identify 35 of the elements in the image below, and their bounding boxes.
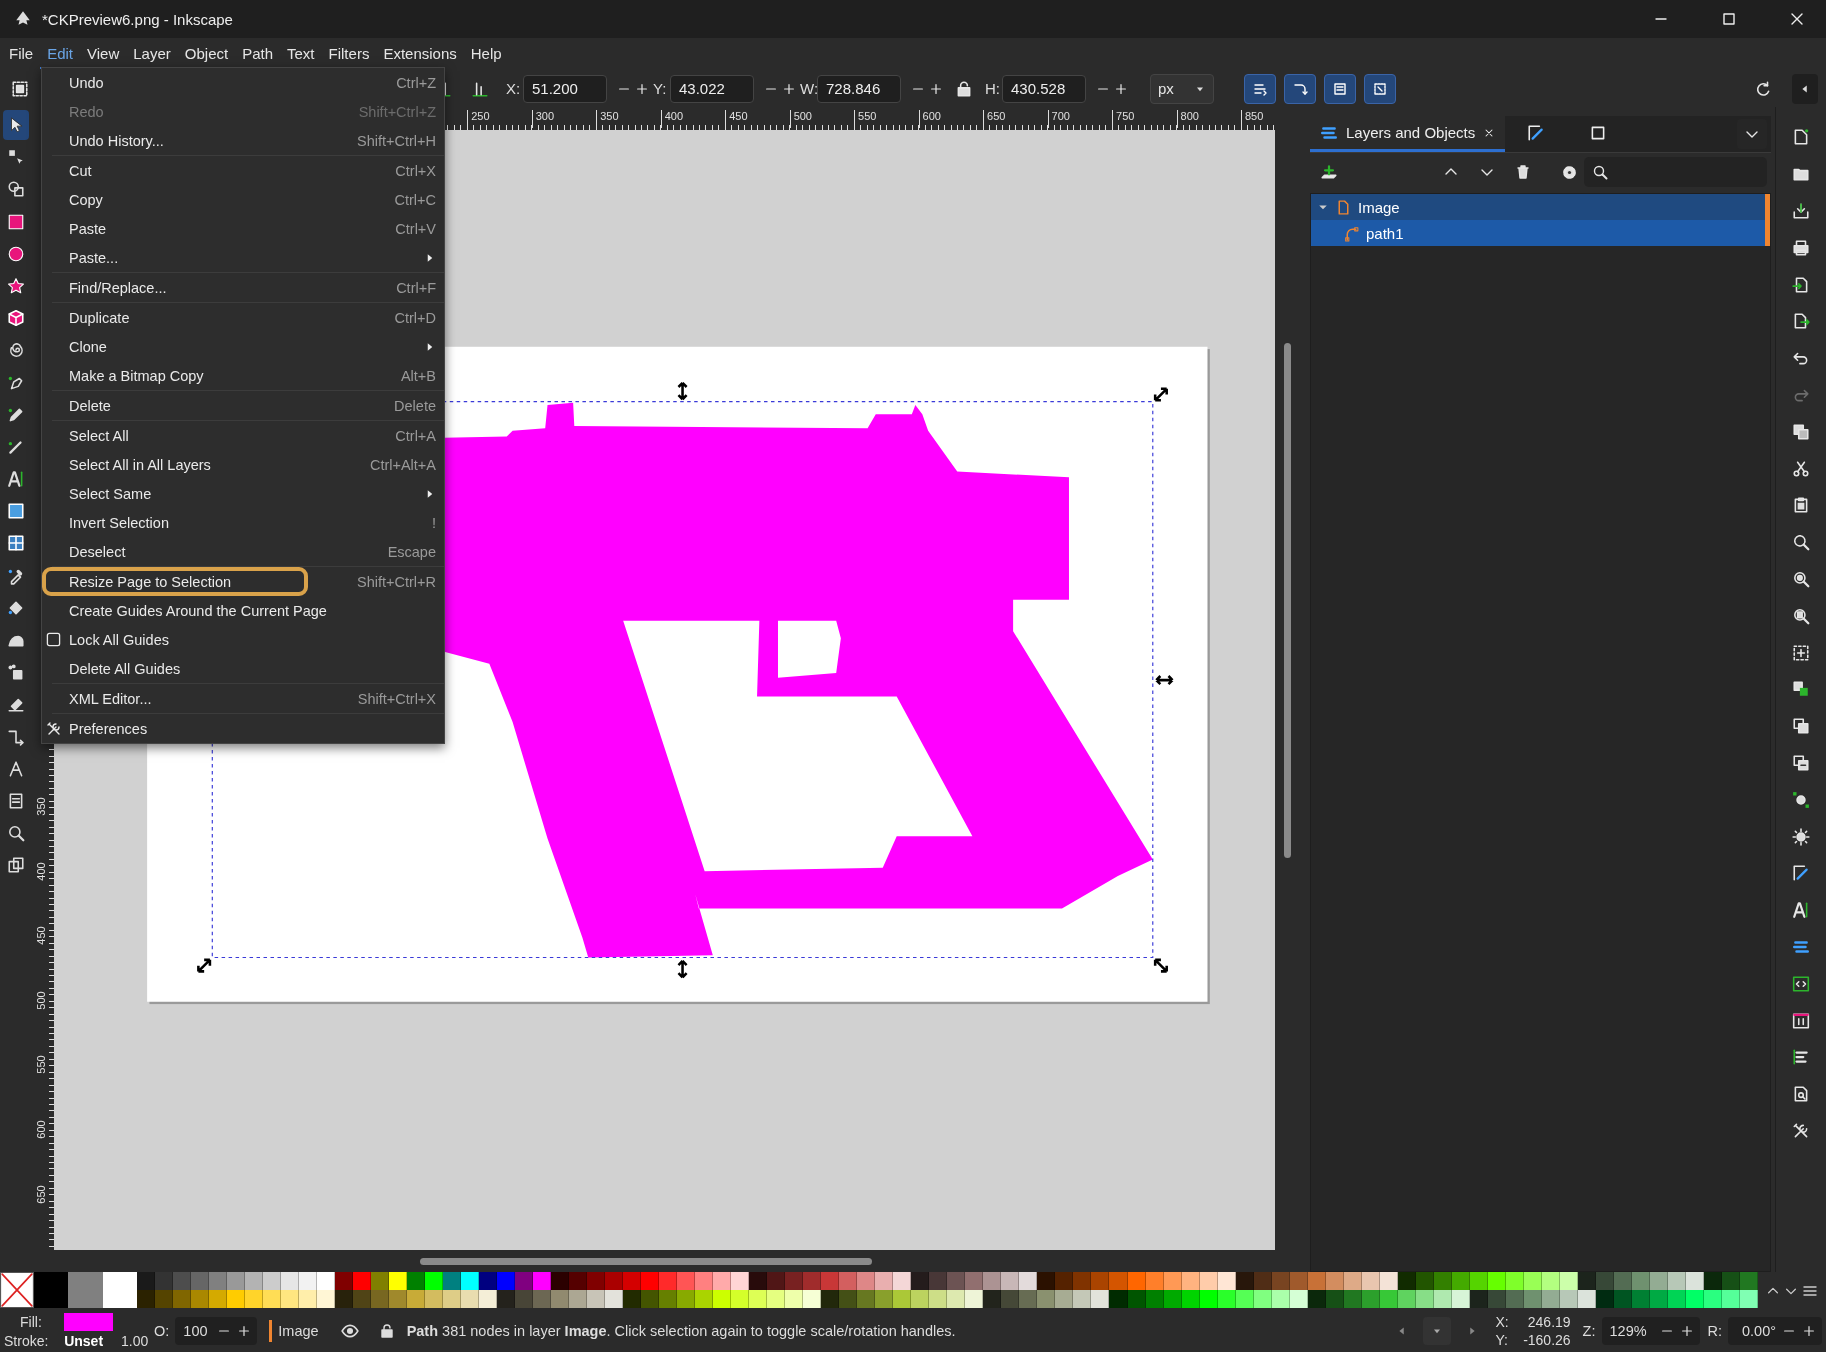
ruler-label: 300 — [531, 110, 555, 128]
stroke-label: Stroke: — [4, 1333, 50, 1349]
ruler-label: 400 — [660, 110, 683, 128]
ruler-label: 850 — [1241, 110, 1264, 128]
zoom-label: Z: — [1582, 1323, 1596, 1339]
cursor-label: X: — [1495, 1313, 1509, 1331]
ruler-label: 700 — [1047, 110, 1070, 128]
ruler-label: 650 — [34, 1183, 48, 1206]
rotation-label: R: — [1707, 1323, 1722, 1339]
stroke-width: 1.00 — [120, 1333, 150, 1349]
ruler-label: 750 — [1112, 110, 1135, 128]
ruler-label: 550 — [854, 110, 877, 128]
ruler-label: 450 — [725, 110, 748, 128]
field-label: H: — [985, 80, 998, 97]
ruler-label: 600 — [918, 110, 941, 128]
ruler-label: 250 — [467, 110, 490, 128]
ruler-label: 800 — [1176, 110, 1199, 128]
field-label: X: — [506, 80, 519, 97]
field-label: Y: — [653, 80, 666, 97]
fill-label: Fill: — [19, 1314, 43, 1330]
ruler-label: 500 — [789, 110, 812, 128]
ruler-label: 400 — [34, 861, 48, 883]
ruler-label: 500 — [34, 990, 48, 1012]
cursor-value: 246.19 — [1526, 1313, 1571, 1331]
cursor-value: -160.26 — [1522, 1331, 1571, 1349]
ruler-label: 550 — [34, 1054, 48, 1077]
cursor-label: Y: — [1495, 1331, 1509, 1349]
ruler-label: 350 — [596, 110, 619, 128]
ruler-label: 450 — [34, 925, 48, 947]
opacity-label: O: — [154, 1323, 170, 1339]
ruler-label: 600 — [34, 1119, 48, 1141]
window-title: *CKPreview6.png - Inkscape — [42, 10, 233, 28]
status-message: Path 381 nodes in layer Image. Click selection again to toggle scale/rotation handles. — [406, 1323, 956, 1339]
ruler-label: 650 — [983, 110, 1006, 128]
ruler-label: 350 — [34, 796, 48, 818]
